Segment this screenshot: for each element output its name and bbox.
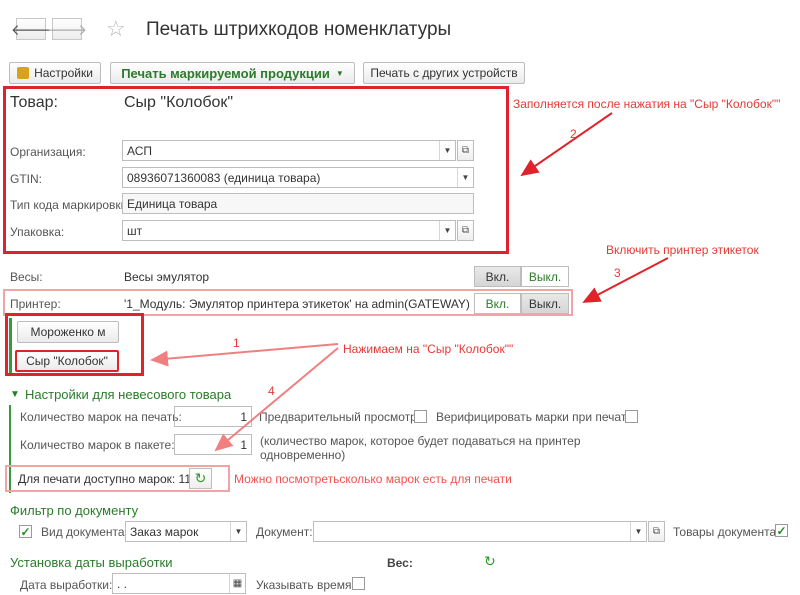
annotation-arrows: [150, 112, 669, 452]
arrow-to-marks-field: [214, 347, 339, 452]
arrow-to-cheese-button: [150, 343, 339, 367]
arrow-to-printer-row: [582, 257, 669, 303]
arrow-to-product-block: [520, 112, 613, 177]
